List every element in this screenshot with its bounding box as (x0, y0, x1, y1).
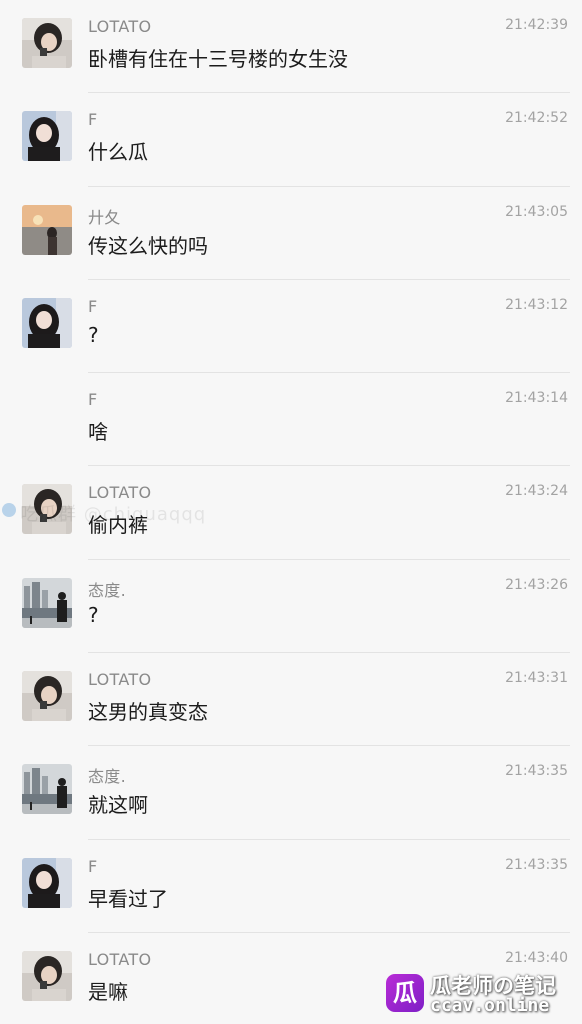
city-avatar[interactable] (22, 577, 72, 628)
message-time: 21:43:35 (505, 856, 568, 873)
message-time: 21:43:35 (505, 763, 568, 780)
message-time: 21:43:40 (505, 949, 568, 966)
message-row: 态度. 21:43:35 就这啊 (0, 746, 582, 840)
message-text: 啥 (88, 420, 108, 445)
chat-message-list: LOTATO 21:42:39 卧槽有住在十三号楼的女生没 F 21:42:52… (0, 0, 582, 1024)
message-row: LOTATO 21:42:39 卧槽有住在十三号楼的女生没 (0, 0, 582, 94)
sender-name: 态度. (88, 767, 126, 787)
message-text: ? (88, 322, 99, 347)
logo-url: ccav.online (430, 995, 550, 1016)
message-time: 21:43:05 (505, 203, 568, 220)
f-avatar[interactable] (22, 297, 72, 348)
message-text: 什么瓜 (88, 140, 148, 165)
sender-name: F (88, 296, 98, 316)
sunset-avatar[interactable] (22, 204, 72, 255)
lotato-avatar[interactable] (22, 950, 72, 1001)
sender-name: LOTATO (88, 17, 152, 36)
message-time: 21:42:39 (505, 17, 568, 33)
lotato-avatar[interactable] (22, 671, 72, 722)
site-logo: 瓜 瓜老师の笔记 ccav.online (386, 968, 576, 1018)
sender-name: LOTATO (88, 949, 152, 969)
message-row: 态度. 21:43:26 ? (0, 560, 582, 654)
sender-name: 廾夂 (88, 207, 121, 227)
message-text: ? (88, 602, 99, 627)
f-avatar[interactable] (22, 857, 72, 908)
message-row: F 21:43:35 早看过了 (0, 840, 582, 934)
message-row: F 21:43:12 ? (0, 280, 582, 374)
message-text: 这男的真变态 (88, 700, 208, 725)
watermark-text: 吃瓜群 @chiguaqqq (20, 504, 207, 525)
message-time: 21:43:31 (505, 670, 568, 687)
message-text: 传这么快的吗 (88, 233, 208, 258)
message-time: 21:43:12 (505, 296, 568, 313)
message-time: 21:42:52 (505, 110, 568, 127)
message-text: 就这啊 (88, 793, 148, 818)
lotato-avatar[interactable] (22, 18, 72, 68)
logo-badge-icon: 瓜 (386, 974, 424, 1012)
telegram-icon (2, 503, 16, 517)
sender-name: 态度. (88, 580, 126, 600)
message-row: LOTATO 21:43:31 这男的真变态 (0, 653, 582, 747)
message-row: F 21:43:14 啥 (0, 373, 582, 467)
sender-name: LOTATO (88, 670, 152, 690)
message-time: 21:43:26 (505, 576, 568, 593)
message-time: 21:43:14 (505, 390, 568, 407)
message-row: F 21:42:52 什么瓜 (0, 93, 582, 187)
sender-name: F (88, 110, 98, 130)
message-time: 21:43:24 (505, 483, 568, 500)
sender-name: F (88, 856, 98, 876)
message-row: 廾夂 21:43:05 传这么快的吗 (0, 187, 582, 281)
city-avatar[interactable] (22, 764, 72, 815)
f-avatar[interactable] (22, 111, 72, 162)
message-text: 早看过了 (88, 886, 168, 911)
message-text: 是嘛 (88, 979, 128, 1004)
sender-name: F (88, 390, 98, 410)
message-text: 卧槽有住在十三号楼的女生没 (88, 47, 348, 71)
